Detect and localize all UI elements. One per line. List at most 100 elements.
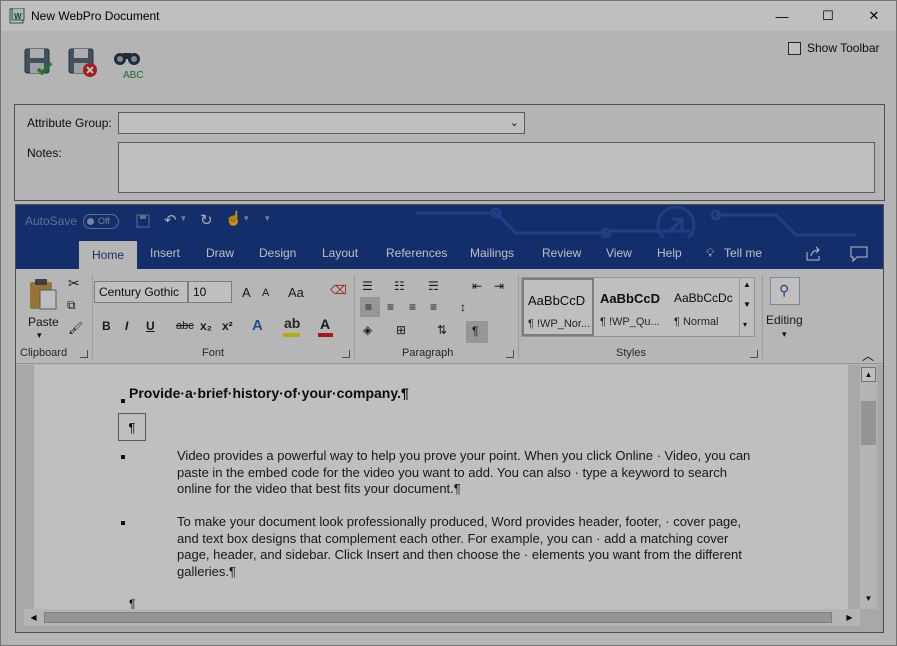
shrink-font-icon[interactable]: A — [262, 287, 269, 299]
copy-icon[interactable]: ⧉ — [67, 298, 76, 313]
tell-me-search[interactable]: Tell me — [724, 246, 762, 260]
close-button[interactable]: ✕ — [851, 1, 897, 31]
superscript-button[interactable]: x² — [222, 319, 233, 333]
chevron-down-icon: ⌄ — [509, 117, 519, 129]
tab-layout[interactable]: Layout — [322, 246, 358, 260]
decrease-indent-icon[interactable]: ⇤ — [472, 279, 482, 293]
font-launcher-icon[interactable] — [342, 350, 350, 358]
save-icon[interactable] — [136, 214, 150, 228]
save-close-button[interactable] — [65, 45, 101, 81]
horizontal-scroll-thumb[interactable] — [44, 612, 832, 623]
style-wp-normal[interactable]: AaBbCcD ¶ !WP_Nor... — [522, 278, 594, 336]
sort-icon[interactable]: ⇅ — [437, 323, 447, 337]
horizontal-scrollbar[interactable]: ◀ ▶ — [24, 609, 860, 626]
show-toolbar-checkbox[interactable] — [788, 41, 801, 55]
increase-indent-icon[interactable]: ⇥ — [494, 279, 504, 293]
justify-icon[interactable]: ≡ — [430, 300, 437, 314]
align-right-icon[interactable]: ≡ — [409, 300, 416, 314]
scroll-left-icon[interactable]: ◀ — [26, 610, 41, 625]
styles-more-icon[interactable]: ▾ — [743, 320, 747, 329]
font-size-combo[interactable]: 10 — [188, 281, 232, 303]
tab-insert[interactable]: Insert — [150, 246, 180, 260]
scroll-up-icon[interactable]: ▲ — [861, 367, 876, 382]
document-page[interactable]: Provide·a·brief·history·of·your·company.… — [34, 365, 848, 611]
tab-mailings[interactable]: Mailings — [470, 246, 514, 260]
tab-help[interactable]: Help — [657, 246, 682, 260]
tab-review[interactable]: Review — [542, 246, 581, 260]
tab-design[interactable]: Design — [259, 246, 296, 260]
numbering-icon[interactable]: ☷ — [394, 279, 405, 293]
bullet-marker — [121, 521, 125, 525]
strikethrough-button[interactable]: abc — [176, 320, 194, 332]
share-icon[interactable] — [805, 246, 821, 262]
highlight-icon[interactable]: ab — [284, 315, 300, 331]
style-normal[interactable]: AaBbCcDc ¶ Normal — [670, 278, 742, 336]
grow-font-icon[interactable]: A — [242, 285, 251, 300]
bold-button[interactable]: B — [102, 319, 111, 333]
clear-formatting-icon[interactable]: ⌫ — [330, 283, 347, 297]
align-center-icon[interactable]: ≡ — [387, 300, 394, 314]
cut-icon[interactable]: ✂ — [68, 275, 80, 292]
style-sample: AaBbCcDc — [674, 291, 733, 305]
styles-down-icon[interactable]: ▼ — [743, 300, 751, 309]
scroll-down-icon[interactable]: ▼ — [861, 591, 876, 606]
notes-field[interactable] — [118, 142, 875, 193]
change-case-icon[interactable]: Aa — [288, 285, 304, 300]
line-spacing-icon[interactable]: ↕ — [460, 300, 466, 314]
tab-home[interactable]: Home — [79, 241, 137, 269]
touch-dropdown-icon[interactable]: ▾ — [244, 213, 249, 224]
save-cancel-icon — [68, 48, 97, 77]
undo-dropdown-icon[interactable]: ▾ — [181, 213, 186, 224]
undo-icon[interactable]: ↶ — [164, 211, 177, 229]
search-icon: ⚲ — [779, 282, 790, 298]
paste-label[interactable]: Paste — [28, 315, 59, 329]
shading-icon[interactable]: ◈ — [363, 323, 372, 337]
redo-icon[interactable]: ↻ — [200, 211, 213, 229]
document-heading: Provide·a·brief·history·of·your·company.… — [129, 385, 409, 401]
style-wp-quote[interactable]: AaBbCcD ¶ !WP_Qu... — [596, 278, 668, 336]
tab-references[interactable]: References — [386, 246, 447, 260]
customize-qat-icon[interactable]: ▾ — [265, 213, 270, 224]
scroll-right-icon[interactable]: ▶ — [842, 610, 857, 625]
bullets-icon[interactable]: ☰ — [362, 279, 373, 293]
underline-button[interactable]: U — [146, 319, 155, 333]
autosave-toggle[interactable]: Off — [83, 214, 119, 229]
paste-icon[interactable] — [28, 277, 58, 311]
comments-icon[interactable] — [850, 246, 868, 262]
touch-mode-icon[interactable]: ☝ — [225, 210, 242, 227]
editing-label[interactable]: Editing — [766, 313, 803, 327]
tab-view[interactable]: View — [606, 246, 632, 260]
style-name: ¶ !WP_Qu... — [600, 316, 660, 328]
maximize-button[interactable]: ☐ — [805, 1, 851, 31]
collapse-ribbon-icon[interactable]: ︿ — [862, 347, 874, 364]
styles-up-icon[interactable]: ▲ — [743, 280, 751, 289]
font-color-icon[interactable]: A — [320, 316, 330, 332]
highlight-color-swatch — [283, 333, 300, 337]
tab-draw[interactable]: Draw — [206, 246, 234, 260]
editing-button[interactable]: ⚲ — [770, 277, 800, 305]
clipboard-launcher-icon[interactable] — [80, 350, 88, 358]
styles-launcher-icon[interactable] — [750, 350, 758, 358]
style-sample: AaBbCcD — [600, 291, 660, 306]
svg-text:ABC: ABC — [123, 70, 144, 81]
vertical-scrollbar[interactable]: ▲ ▼ — [860, 365, 877, 609]
font-name-combo[interactable]: Century Gothic — [94, 281, 188, 303]
editing-dropdown-icon[interactable]: ▾ — [782, 329, 787, 340]
show-toolbar-label: Show Toolbar — [807, 41, 880, 55]
save-button[interactable] — [21, 45, 57, 81]
paragraph-design: To make your document look professionall… — [177, 514, 742, 579]
paragraph-launcher-icon[interactable] — [506, 350, 514, 358]
attribute-group-select[interactable]: ⌄ — [118, 112, 525, 134]
italic-button[interactable]: I — [125, 319, 128, 333]
spell-check-button[interactable]: ABC — [111, 45, 147, 81]
minimize-button[interactable]: — — [759, 1, 805, 31]
borders-icon[interactable]: ⊞ — [396, 323, 406, 337]
text-effects-icon[interactable]: A — [252, 317, 263, 334]
multilevel-list-icon[interactable]: ☴ — [428, 279, 439, 293]
show-toolbar-toggle[interactable]: Show Toolbar — [788, 41, 880, 55]
format-painter-icon[interactable]: 🖌︎ — [68, 321, 83, 335]
subscript-button[interactable]: x₂ — [200, 319, 212, 333]
paste-dropdown-icon[interactable]: ▾ — [37, 330, 42, 341]
styles-scroll[interactable]: ▲ ▼ ▾ — [739, 278, 754, 336]
vertical-scroll-thumb[interactable] — [861, 401, 876, 445]
